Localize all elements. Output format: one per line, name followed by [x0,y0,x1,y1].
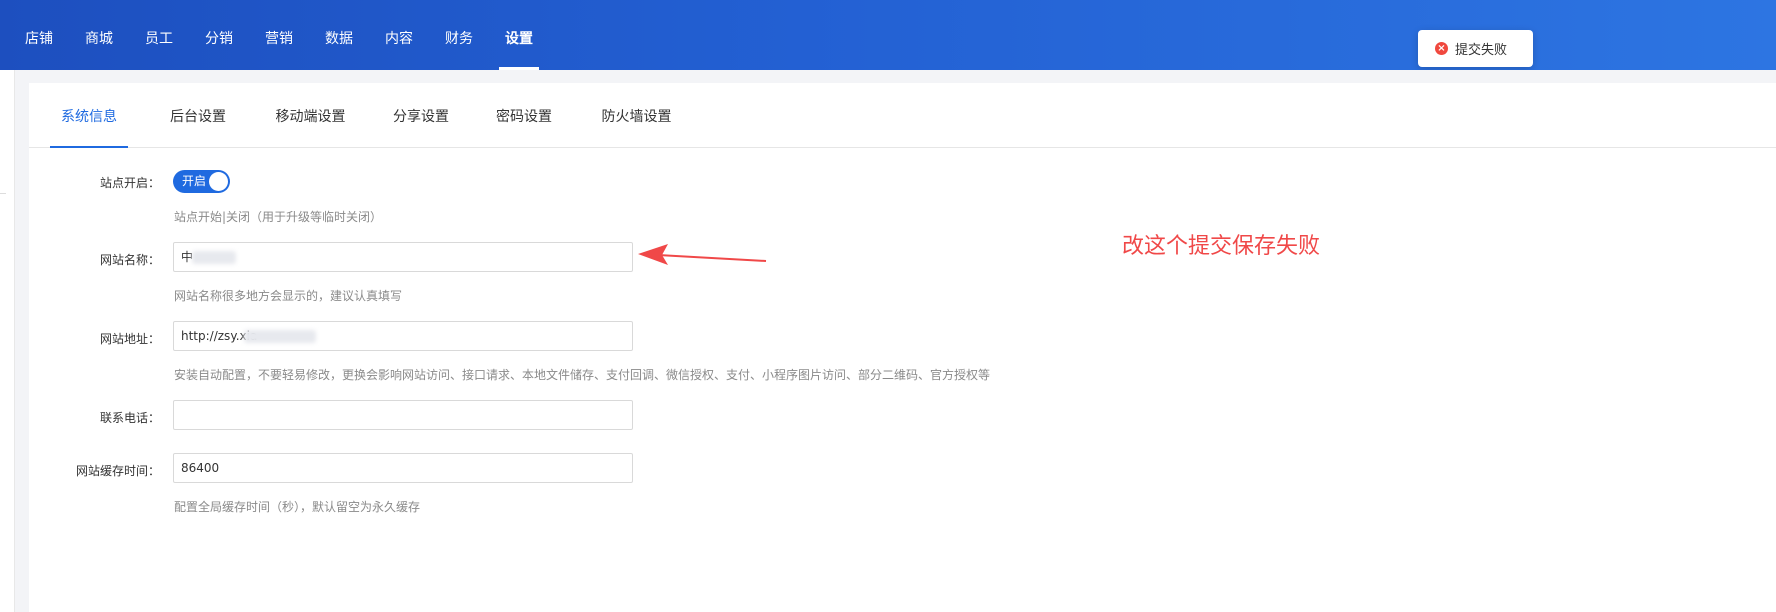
site-open-switch[interactable]: 开启 [173,170,230,193]
site-url-input[interactable]: http://zsy.xia [173,321,633,351]
nav-item-content[interactable]: 内容 [369,0,429,70]
annotation-arrow [638,244,767,265]
site-open-help: 站点开始|关闭（用于升级等临时关闭） [174,210,383,224]
toast-message: 提交失败 [1455,43,1508,58]
site-name-input[interactable]: 中 [173,242,633,272]
settings-tabs: 系统信息 后台设置 移动端设置 分享设置 密码设置 防火墙设置 [29,83,1776,148]
cache-time-input[interactable]: 86400 [173,453,633,483]
nav-item-staff[interactable]: 员工 [129,0,189,70]
nav-item-data[interactable]: 数据 [309,0,369,70]
switch-text: 开启 [182,174,207,188]
sidebar-divider [0,193,6,194]
top-nav: 店铺 商城 员工 分销 营销 数据 内容 财务 设置 [9,0,549,70]
site-url-label: 网站地址： [99,332,160,346]
redaction-blur [192,251,236,264]
error-circle-icon: × [1435,42,1448,55]
site-open-label: 站点开启： [99,176,160,190]
cache-time-value: 86400 [181,461,220,475]
error-toast: × 提交失败 [1418,30,1533,67]
site-name-help: 网站名称很多地方会显示的，建议认真填写 [174,289,403,303]
contact-phone-input[interactable] [173,400,633,430]
cache-time-help: 配置全局缓存时间（秒），默认留空为永久缓存 [174,500,421,514]
nav-item-distribution[interactable]: 分销 [189,0,249,70]
tab-password-settings[interactable]: 密码设置 [494,83,554,147]
tab-share-settings[interactable]: 分享设置 [391,83,451,147]
nav-item-marketing[interactable]: 营销 [249,0,309,70]
nav-item-finance[interactable]: 财务 [429,0,489,70]
annotation-text: 改这个提交保存失败 [1122,234,1321,259]
tab-admin-settings[interactable]: 后台设置 [168,83,228,147]
site-name-label: 网站名称： [99,253,160,267]
redaction-blur [244,330,316,343]
tab-system-info[interactable]: 系统信息 [50,83,128,148]
nav-item-store[interactable]: 店铺 [9,0,69,70]
nav-item-mall[interactable]: 商城 [69,0,129,70]
tab-firewall-settings[interactable]: 防火墙设置 [599,83,674,147]
contact-phone-label: 联系电话： [99,411,160,425]
nav-item-settings[interactable]: 设置 [489,0,549,70]
tab-mobile-settings[interactable]: 移动端设置 [273,83,348,147]
site-url-help: 安装自动配置，不要轻易修改，更换会影响网站访问、接口请求、本地文件储存、支付回调… [174,368,991,382]
switch-knob [209,172,228,191]
cache-time-label: 网站缓存时间： [75,464,160,478]
